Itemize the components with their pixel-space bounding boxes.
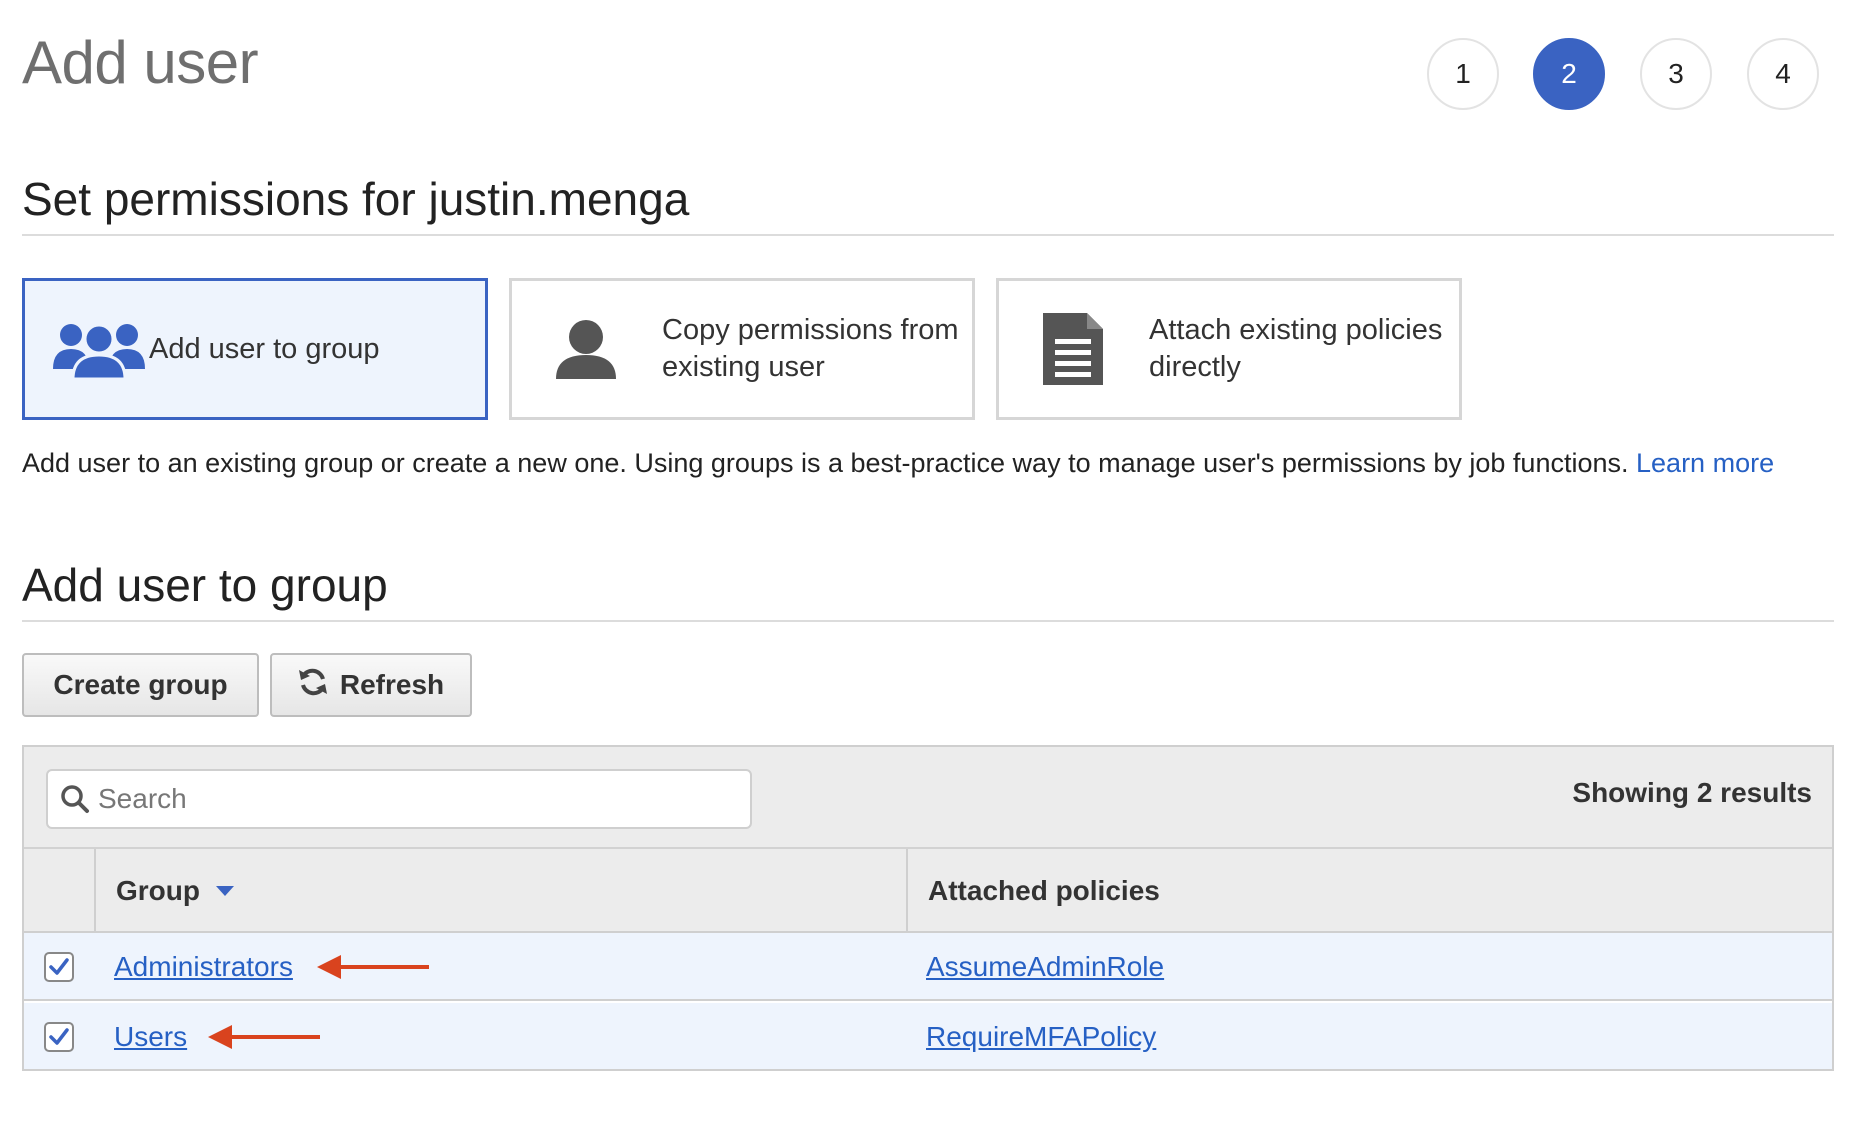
permissions-description: Add user to an existing group or create …: [22, 442, 1822, 485]
learn-more-link[interactable]: Learn more: [1636, 448, 1774, 478]
step-3[interactable]: 3: [1640, 38, 1712, 110]
table-row[interactable]: Administrators AssumeAdminRole: [24, 933, 1832, 1001]
checkmark-icon: [49, 958, 69, 975]
table-toolbar: Showing 2 results: [24, 747, 1832, 849]
wizard-steps: 1 2 3 4: [1427, 38, 1819, 110]
table-header: Group Attached policies: [24, 849, 1832, 933]
table-row[interactable]: Users RequireMFAPolicy: [24, 1003, 1832, 1071]
refresh-label: Refresh: [339, 669, 445, 700]
permissions-title: Set permissions for justin.menga: [22, 173, 690, 225]
checkmark-icon: [49, 1028, 69, 1045]
option-label: Attach existing policies directly: [1149, 314, 1443, 383]
group-link[interactable]: Users: [114, 1003, 187, 1071]
option-label: Add user to group: [149, 332, 380, 365]
group-link[interactable]: Administrators: [114, 933, 293, 1001]
refresh-button[interactable]: Refresh: [270, 653, 472, 717]
option-add-user-to-group[interactable]: Add user to group: [22, 278, 488, 420]
policy-link[interactable]: RequireMFAPolicy: [926, 1003, 1156, 1071]
row-checkbox[interactable]: [44, 952, 74, 982]
column-divider: [94, 849, 96, 933]
column-header-policies: Attached policies: [928, 875, 1160, 906]
step-4[interactable]: 4: [1747, 38, 1819, 110]
step-2[interactable]: 2: [1533, 38, 1605, 110]
step-1[interactable]: 1: [1427, 38, 1499, 110]
column-label: Group: [116, 875, 200, 906]
column-header-group[interactable]: Group: [116, 849, 234, 933]
search-icon: [60, 784, 90, 814]
annotation-arrow-icon: [208, 1025, 320, 1049]
option-attach-policies[interactable]: Attach existing policies directly: [996, 278, 1462, 420]
row-checkbox[interactable]: [44, 1022, 74, 1052]
option-copy-permissions[interactable]: Copy permissions from existing user: [509, 278, 975, 420]
refresh-icon: [298, 667, 328, 704]
divider: [22, 234, 1834, 236]
policy-link[interactable]: AssumeAdminRole: [926, 933, 1164, 1001]
description-text: Add user to an existing group or create …: [22, 448, 1629, 478]
create-group-label: Create group: [53, 669, 228, 700]
page-title: Add user: [22, 29, 259, 96]
sort-descending-icon: [216, 886, 234, 896]
groups-table: Showing 2 results Group Attached policie…: [22, 745, 1834, 1071]
search-input[interactable]: [98, 783, 698, 815]
search-box[interactable]: [46, 769, 752, 829]
divider: [22, 620, 1834, 622]
results-count: Showing 2 results: [1572, 777, 1812, 808]
document-icon: [1027, 313, 1119, 385]
option-label: Copy permissions from existing user: [662, 314, 959, 383]
group-icon: [53, 313, 145, 385]
user-icon: [540, 313, 632, 385]
create-group-button[interactable]: Create group: [22, 653, 259, 717]
annotation-arrow-icon: [317, 955, 429, 979]
column-divider: [906, 849, 908, 933]
group-section-title: Add user to group: [22, 559, 388, 611]
